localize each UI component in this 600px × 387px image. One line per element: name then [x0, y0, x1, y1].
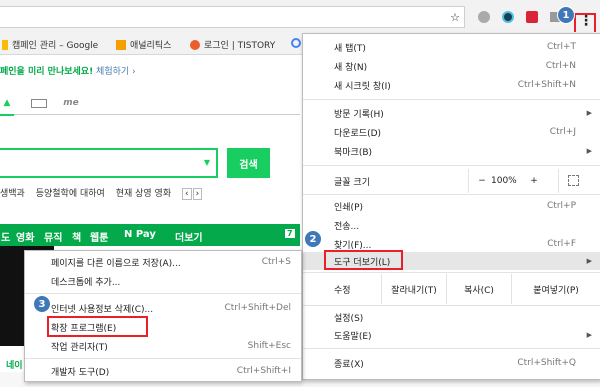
npay-item[interactable]: N Pay: [124, 229, 156, 240]
next-arrow-icon[interactable]: ›: [192, 188, 203, 200]
promo-banner: 페인을 미리 만나보세요! 체험하기 ›: [0, 64, 136, 77]
menu-item-cast[interactable]: 전송...: [303, 216, 600, 234]
menu-separator: [303, 348, 600, 349]
keyword-item[interactable]: 생백과: [0, 189, 25, 199]
menu-item-incognito[interactable]: 새 시크릿 창(I) Ctrl+Shift+N: [303, 76, 600, 94]
menu-separator: [303, 272, 600, 273]
menu-item-new-tab[interactable]: 새 탭(T) Ctrl+T: [303, 38, 600, 56]
menu-item-exit[interactable]: 종료(X) Ctrl+Shift+Q: [303, 354, 600, 372]
menu-separator: [303, 305, 600, 306]
nav-item[interactable]: 웹툰: [90, 229, 108, 244]
fullscreen-icon[interactable]: [568, 175, 579, 186]
menu-item-bookmarks[interactable]: 북마크(B) ▶: [303, 142, 600, 160]
highlight-menu-button: [574, 13, 596, 34]
submenu-item-task-manager[interactable]: 작업 관리자(T) Shift+Esc: [25, 337, 301, 355]
menu-item-new-window[interactable]: 새 창(N) Ctrl+N: [303, 57, 600, 75]
naver-tabs: ▲ me: [0, 92, 300, 116]
menu-item-print[interactable]: 인쇄(P) Ctrl+P: [303, 197, 600, 215]
me-tab[interactable]: me: [58, 92, 84, 114]
analytics-icon: [116, 39, 126, 50]
highlight-more-tools: [324, 250, 403, 270]
search-dropdown-icon[interactable]: ▼: [204, 158, 210, 167]
menu-separator: [303, 194, 600, 195]
nav-page-indicator[interactable]: 7: [285, 229, 295, 238]
keyword-item[interactable]: 등양철학에 대하여: [36, 189, 105, 199]
highlight-extensions: [47, 316, 148, 337]
address-bar[interactable]: [0, 6, 465, 28]
menu-item-help[interactable]: 도움말(E) ▶: [303, 326, 600, 344]
prev-arrow-icon[interactable]: ‹: [181, 188, 192, 200]
desktop-tab-icon[interactable]: [26, 92, 52, 114]
nav-item[interactable]: 영화: [16, 229, 34, 244]
bookmark-item[interactable]: 애널리틱스: [116, 38, 171, 51]
google-icon: [291, 38, 301, 48]
menu-item-downloads[interactable]: 다운로드(D) Ctrl+J: [303, 123, 600, 141]
menu-item-history[interactable]: 방문 기록(H) ▶: [303, 104, 600, 122]
submenu-item-add-to-desktop[interactable]: 데스크톱에 추가...: [25, 272, 301, 290]
promo-text: 페인을 미리 만나보세요!: [0, 67, 94, 77]
search-button[interactable]: 검색: [227, 148, 270, 178]
bookmark-item[interactable]: 로그인 | TISTORY: [190, 38, 275, 51]
promo-link[interactable]: 체험하기 ›: [96, 67, 136, 77]
section-label: 네이: [6, 361, 23, 371]
cut-button[interactable]: 잘라내기(T): [381, 274, 446, 304]
extension-pin-icon[interactable]: [500, 9, 516, 25]
menu-item-settings[interactable]: 설정(S): [303, 308, 600, 326]
chrome-main-menu: 새 탭(T) Ctrl+T 새 창(N) Ctrl+N 새 시크릿 창(I) Ctrl…: [302, 33, 600, 380]
naver-green-nav: 도 영화 뮤직 책 웹툰 N Pay 더보기 7: [0, 224, 300, 246]
bookmark-item[interactable]: [291, 38, 301, 48]
menu-separator: [25, 358, 301, 359]
zoom-level: 100%: [491, 176, 517, 186]
nav-item[interactable]: 도: [1, 229, 10, 244]
zoom-in-button[interactable]: +: [527, 176, 541, 186]
more-item[interactable]: 더보기: [175, 229, 203, 244]
menu-separator: [303, 165, 600, 166]
submenu-item-clear-data[interactable]: 인터넷 사용정보 삭제(C)... Ctrl+Shift+Del: [25, 299, 301, 317]
nav-item[interactable]: 책: [72, 229, 81, 244]
copy-button[interactable]: 복사(C): [446, 274, 511, 304]
submenu-item-save-page[interactable]: 페이지를 다른 이름으로 저장(A)... Ctrl+S: [25, 253, 301, 271]
callout-badge: 2: [304, 230, 322, 248]
keyword-item[interactable]: 현재 상영 영화: [116, 189, 171, 199]
adwords-icon: [2, 39, 8, 50]
menu-edit-row: 수정 잘라내기(T) 복사(C) 붙여넣기(P): [303, 274, 600, 304]
menu-separator: [303, 99, 600, 100]
tistory-icon: [190, 39, 200, 50]
menu-separator: [25, 293, 301, 294]
submenu-item-dev-tools[interactable]: 개발자 도구(D) Ctrl+Shift+I: [25, 362, 301, 380]
search-input[interactable]: ▼: [0, 148, 218, 178]
menu-zoom-row: 글꼴 크기 − 100% +: [303, 169, 600, 193]
keyword-list: 생백과 등양철학에 대하여 현재 상영 영화 ‹ ›: [0, 186, 210, 200]
nav-item[interactable]: 뮤직: [44, 229, 62, 244]
home-tab-icon[interactable]: ▲: [0, 92, 14, 116]
extension-globe-icon[interactable]: [476, 9, 492, 25]
callout-badge: 3: [33, 295, 51, 313]
bookmark-item[interactable]: 캠페인 관리 – Google: [2, 38, 98, 51]
paste-button[interactable]: 붙여넣기(P): [511, 274, 600, 304]
callout-badge: 1: [557, 6, 575, 24]
bookmark-star-icon[interactable]: ☆: [447, 9, 463, 25]
extension-red-icon[interactable]: [524, 9, 540, 25]
